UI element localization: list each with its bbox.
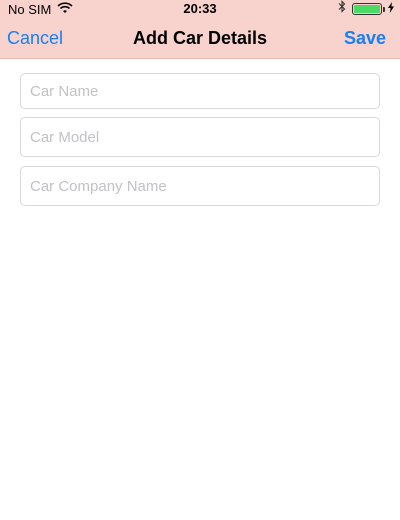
battery-cap xyxy=(383,7,385,12)
screen: No SIM 20:33 Cancel Add Car Details Save… xyxy=(0,0,400,520)
status-bar: No SIM 20:33 xyxy=(0,0,400,18)
charging-bolt-icon xyxy=(388,0,394,18)
page-title: Add Car Details xyxy=(132,28,268,48)
car-name-field[interactable] xyxy=(20,73,380,109)
status-right xyxy=(338,0,394,18)
car-company-name-field[interactable] xyxy=(20,166,380,206)
battery-icon xyxy=(352,3,385,15)
battery-fill xyxy=(354,5,380,13)
bluetooth-icon xyxy=(338,0,346,18)
navigation-bar: Cancel Add Car Details Save xyxy=(0,18,400,59)
save-button[interactable]: Save xyxy=(344,28,386,49)
car-model-field[interactable] xyxy=(20,117,380,157)
